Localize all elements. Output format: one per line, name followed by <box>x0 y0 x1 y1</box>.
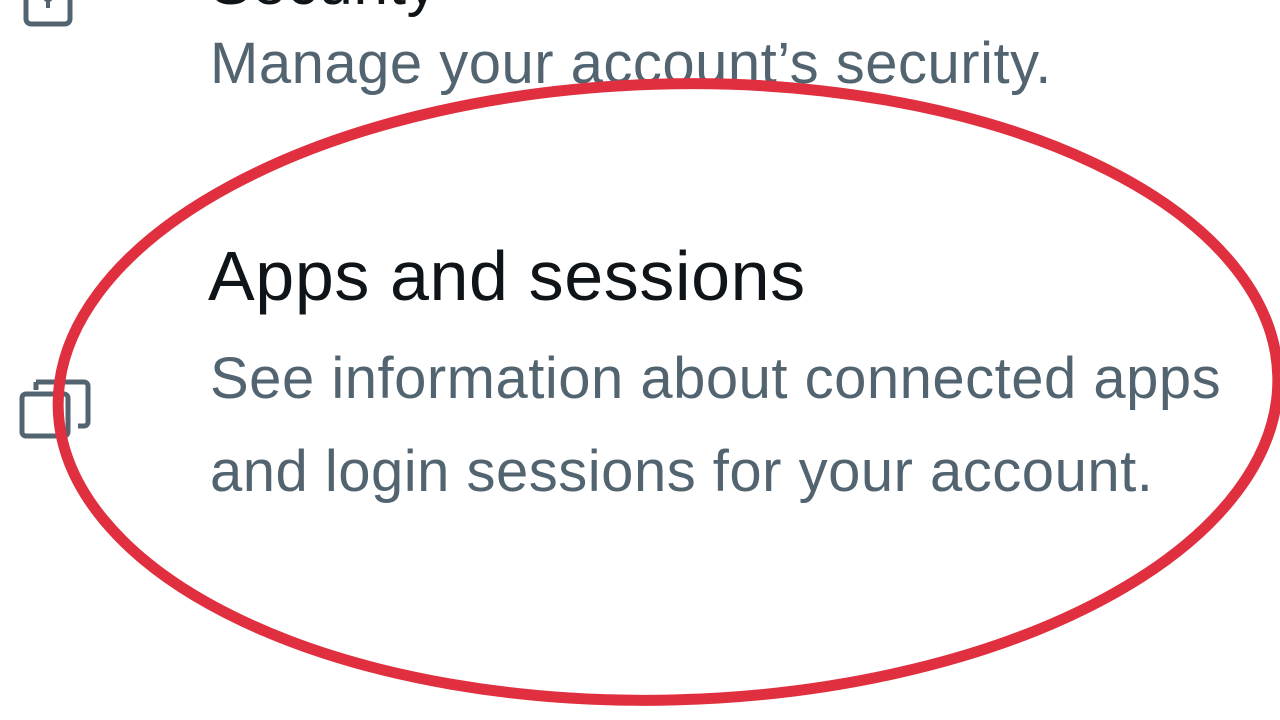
lock-icon <box>14 0 94 50</box>
settings-screen: Security Manage your account’s security.… <box>0 0 1280 720</box>
settings-item-title: Security <box>210 0 438 19</box>
settings-item-security[interactable]: Security Manage your account’s security. <box>0 0 1280 150</box>
settings-item-description: See information about connected apps and… <box>210 346 1222 504</box>
settings-item-apps-and-sessions[interactable]: Apps and sessions See information about … <box>0 210 1280 610</box>
stacked-windows-icon <box>14 370 94 450</box>
settings-item-description: Manage your account’s security. <box>210 31 1052 96</box>
settings-item-title: Apps and sessions <box>208 237 806 315</box>
